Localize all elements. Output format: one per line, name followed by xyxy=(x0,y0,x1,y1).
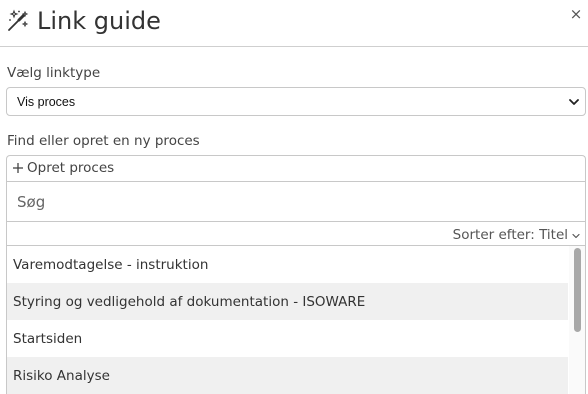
list-item-title: Startsiden xyxy=(13,331,83,347)
link-type-select[interactable]: Vis proces xyxy=(6,87,586,116)
list-item[interactable]: Startsiden xyxy=(7,320,568,357)
find-process-label: Find eller opret en ny proces xyxy=(7,133,200,149)
list-item[interactable]: Styring og vedligehold af dokumentation … xyxy=(7,283,568,320)
dialog-header: Link guide × xyxy=(0,0,588,47)
list-scrollbar[interactable] xyxy=(569,246,585,394)
link-type-selected-value: Vis proces xyxy=(17,95,76,109)
scrollbar-thumb[interactable] xyxy=(574,248,581,332)
process-picker: Opret proces Sorter efter: Titel Varemod… xyxy=(6,155,586,394)
magic-wand-icon xyxy=(8,9,29,31)
dialog-title: Link guide xyxy=(37,7,161,35)
list-item-title: Risiko Analyse xyxy=(13,368,110,384)
create-process-button[interactable]: Opret proces xyxy=(7,156,585,181)
list-item[interactable]: Risiko Analyse xyxy=(7,357,568,394)
list-item[interactable]: Varemodtagelse - instruktion xyxy=(7,246,568,283)
link-guide-dialog: Link guide × Vælg linktype Vis proces Fi… xyxy=(0,0,588,394)
process-list: Varemodtagelse - instruktion Styring og … xyxy=(7,245,585,394)
close-icon: × xyxy=(569,5,583,23)
search-box xyxy=(7,181,585,222)
close-button[interactable]: × xyxy=(568,6,584,22)
chevron-down-icon xyxy=(569,99,579,105)
sort-label: Sorter efter: Titel xyxy=(452,227,568,243)
list-item-title: Varemodtagelse - instruktion xyxy=(13,257,209,273)
plus-icon xyxy=(13,163,23,173)
chevron-down-icon xyxy=(572,233,580,239)
link-type-label: Vælg linktype xyxy=(7,65,101,81)
search-input[interactable] xyxy=(7,182,585,221)
list-item-title: Styring og vedligehold af dokumentation … xyxy=(13,294,366,310)
sort-dropdown[interactable]: Sorter efter: Titel xyxy=(453,226,580,244)
create-process-label: Opret proces xyxy=(27,160,115,176)
